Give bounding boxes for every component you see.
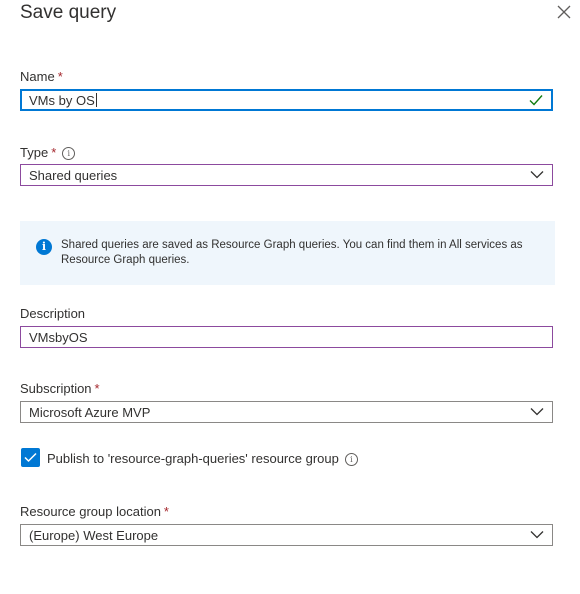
publish-checkbox[interactable]: [21, 448, 40, 467]
description-input-value: VMsbyOS: [29, 329, 88, 345]
subscription-select[interactable]: Microsoft Azure MVP: [20, 401, 553, 423]
required-mark: *: [57, 69, 63, 84]
required-mark: *: [94, 381, 100, 396]
location-label: Resource group location *: [20, 504, 169, 519]
location-label-text: Resource group location: [20, 504, 161, 519]
required-mark: *: [51, 145, 57, 160]
info-message: i Shared queries are saved as Resource G…: [20, 221, 555, 285]
publish-label-text: Publish to 'resource-graph-queries' reso…: [47, 451, 339, 466]
chevron-down-icon: [530, 171, 544, 179]
panel-title: Save query: [20, 2, 117, 23]
name-label-text: Name: [20, 69, 55, 84]
type-select-value: Shared queries: [29, 167, 118, 183]
subscription-label-text: Subscription: [20, 381, 92, 396]
name-input[interactable]: VMs by OS: [20, 89, 553, 111]
type-label-text: Type: [20, 145, 49, 160]
type-label: Type * i: [20, 145, 76, 161]
description-label: Description: [20, 306, 86, 321]
subscription-select-value: Microsoft Azure MVP: [29, 404, 151, 420]
name-input-value: VMs by OS: [29, 92, 95, 108]
required-mark: *: [163, 504, 169, 519]
valid-check-icon: [529, 95, 543, 106]
close-icon[interactable]: [556, 4, 572, 20]
description-input[interactable]: VMsbyOS: [20, 326, 553, 348]
type-select[interactable]: Shared queries: [20, 164, 553, 186]
publish-checkbox-label[interactable]: Publish to 'resource-graph-queries' reso…: [47, 451, 358, 467]
location-select-value: (Europe) West Europe: [29, 527, 159, 543]
info-icon[interactable]: i: [62, 147, 76, 161]
location-select[interactable]: (Europe) West Europe: [20, 524, 553, 546]
save-query-panel: Save query Name * VMs by OS Type * i Shared…: [0, 0, 580, 594]
text-caret: [95, 93, 97, 107]
info-circle-icon: i: [36, 239, 52, 255]
name-label: Name *: [20, 69, 63, 84]
chevron-down-icon: [530, 408, 544, 416]
checkmark-icon: [24, 452, 37, 463]
subscription-label: Subscription *: [20, 381, 100, 396]
info-icon[interactable]: i: [344, 453, 358, 467]
info-message-text: Shared queries are saved as Resource Gra…: [61, 239, 523, 266]
chevron-down-icon: [530, 531, 544, 539]
